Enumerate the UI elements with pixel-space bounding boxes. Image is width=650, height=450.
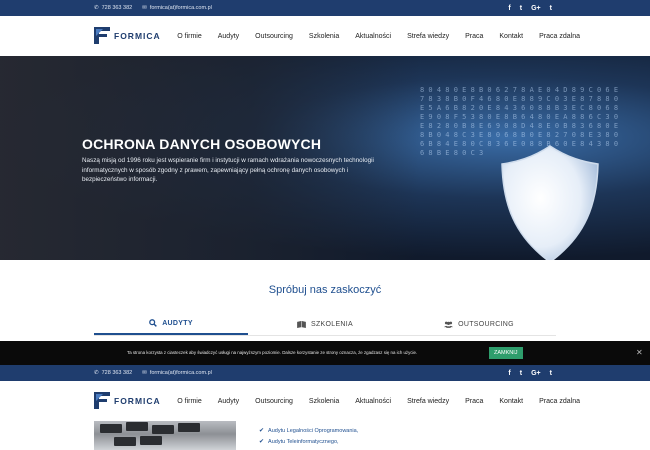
logo-icon	[94, 27, 110, 44]
audyty-list: ✔ Audytu Legalności Oprogramowania, ✔ Au…	[259, 425, 358, 447]
logo[interactable]: FORMICA	[94, 27, 161, 44]
phone-icon: ✆	[94, 5, 99, 11]
social-links: f t G+ t	[508, 0, 552, 16]
twitter-icon[interactable]: t	[520, 5, 522, 12]
top-bar: ✆ 728 363 382 ✉ formica(at)formica.com.p…	[0, 0, 650, 16]
list-item[interactable]: ✔ Audytu Legalności Oprogramowania,	[259, 425, 358, 436]
menu-item-strefa-wiedzy[interactable]: Strefa wiedzy	[399, 33, 457, 40]
sticky-logo-text: FORMICA	[114, 395, 161, 406]
sticky-contact-info: ✆ 728 363 382 ✉ formica(at)formica.com.p…	[94, 365, 212, 381]
list-item[interactable]: ✔ Audytu Teleinformatycznego,	[259, 436, 358, 447]
menu-item-o-firmie[interactable]: O firmie	[169, 33, 210, 40]
sticky-navbar: FORMICA O firmie Audyty Outsourcing Szko…	[0, 381, 650, 421]
shield-icon	[501, 145, 599, 260]
section-title: Spróbuj nas zaskoczyć	[268, 284, 382, 296]
service-tabs: AUDYTY SZKOLENIA OUTSOURCING	[94, 313, 556, 336]
sticky-menu-item-kontakt[interactable]: Kontakt	[491, 398, 531, 405]
tab-audyty[interactable]: AUDYTY	[94, 313, 248, 335]
sticky-menu-item-szkolenia[interactable]: Szkolenia	[301, 398, 347, 405]
logo-icon	[94, 392, 110, 409]
contact-info: ✆ 728 363 382 ✉ formica(at)formica.com.p…	[94, 0, 212, 16]
hero-title: OCHRONA DANYCH OSOBOWYCH	[82, 136, 322, 152]
sticky-menu-item-aktualnosci[interactable]: Aktualności	[347, 398, 399, 405]
tab-szkolenia-label: SZKOLENIA	[311, 320, 353, 328]
close-icon[interactable]: ✕	[636, 348, 643, 357]
cookie-bar: Ta strona korzysta z ciasteczek aby świa…	[0, 341, 650, 365]
menu-item-szkolenia[interactable]: Szkolenia	[301, 33, 347, 40]
hero-text: Naszą misją od 1996 roku jest wspieranie…	[82, 157, 374, 184]
tumblr-icon[interactable]: t	[550, 370, 552, 377]
sticky-menu-item-outsourcing[interactable]: Outsourcing	[247, 398, 301, 405]
logo-text: FORMICA	[114, 30, 161, 41]
tab-szkolenia[interactable]: SZKOLENIA	[248, 313, 402, 335]
menu-item-outsourcing[interactable]: Outsourcing	[247, 33, 301, 40]
mail-icon: ✉	[142, 370, 147, 376]
hero-banner: 8 0 4 8 0 E 8 B 0 6 2 7 8 A E 0 4 D 8 9 …	[0, 56, 650, 260]
menu-item-praca[interactable]: Praca	[457, 33, 491, 40]
audyty-content: ✔ Audytu Legalności Oprogramowania, ✔ Au…	[0, 421, 650, 450]
tab-outsourcing[interactable]: OUTSOURCING	[402, 313, 556, 335]
checkmark-icon: ✔	[259, 439, 265, 445]
menu-item-kontakt[interactable]: Kontakt	[491, 33, 531, 40]
google-plus-icon[interactable]: G+	[531, 5, 541, 12]
sticky-logo[interactable]: FORMICA	[94, 392, 161, 409]
sticky-phone-contact[interactable]: ✆ 728 363 382	[94, 370, 132, 376]
cookie-message: Ta strona korzysta z ciasteczek aby świa…	[127, 350, 418, 355]
twitter-icon[interactable]: t	[520, 370, 522, 377]
sticky-email-contact[interactable]: ✉ formica(at)formica.com.pl	[142, 370, 212, 376]
facebook-icon[interactable]: f	[508, 370, 510, 377]
sticky-email-address: formica(at)formica.com.pl	[149, 370, 212, 376]
sticky-social-links: f t G+ t	[508, 365, 552, 381]
phone-number: 728 363 382	[101, 5, 133, 11]
search-icon	[149, 319, 158, 327]
google-plus-icon[interactable]: G+	[531, 370, 541, 377]
tumblr-icon[interactable]: t	[550, 5, 552, 12]
sticky-phone-number: 728 363 382	[101, 370, 133, 376]
keyboard-image	[94, 421, 236, 450]
sticky-menu: O firmie Audyty Outsourcing Szkolenia Ak…	[169, 381, 588, 421]
email-contact[interactable]: ✉ formica(at)formica.com.pl	[142, 5, 212, 11]
sticky-menu-item-praca-zdalna[interactable]: Praca zdalna	[531, 398, 588, 405]
tab-audyty-label: AUDYTY	[162, 319, 193, 327]
facebook-icon[interactable]: f	[508, 5, 510, 12]
sticky-menu-item-strefa-wiedzy[interactable]: Strefa wiedzy	[399, 398, 457, 405]
cookie-close-button[interactable]: ZAMKNIJ	[489, 347, 523, 359]
list-item-label: Audytu Teleinformatycznego,	[268, 438, 339, 445]
users-icon	[444, 321, 454, 328]
sticky-menu-item-audyty[interactable]: Audyty	[210, 398, 247, 405]
menu-item-praca-zdalna[interactable]: Praca zdalna	[531, 33, 588, 40]
email-address: formica(at)formica.com.pl	[149, 5, 212, 11]
main-navbar: FORMICA O firmie Audyty Outsourcing Szko…	[0, 16, 650, 56]
mail-icon: ✉	[142, 5, 147, 11]
sticky-menu-item-o-firmie[interactable]: O firmie	[169, 398, 210, 405]
sticky-menu-item-praca[interactable]: Praca	[457, 398, 491, 405]
menu-item-aktualnosci[interactable]: Aktualności	[347, 33, 399, 40]
list-item-label: Audytu Legalności Oprogramowania,	[268, 427, 359, 434]
phone-icon: ✆	[94, 370, 99, 376]
book-icon	[297, 320, 306, 328]
menu-item-audyty[interactable]: Audyty	[210, 33, 247, 40]
main-menu: O firmie Audyty Outsourcing Szkolenia Ak…	[169, 16, 588, 56]
phone-contact[interactable]: ✆ 728 363 382	[94, 5, 132, 11]
checkmark-icon: ✔	[259, 428, 265, 434]
sticky-top-bar: ✆ 728 363 382 ✉ formica(at)formica.com.p…	[0, 365, 650, 381]
tab-outsourcing-label: OUTSOURCING	[458, 320, 514, 328]
